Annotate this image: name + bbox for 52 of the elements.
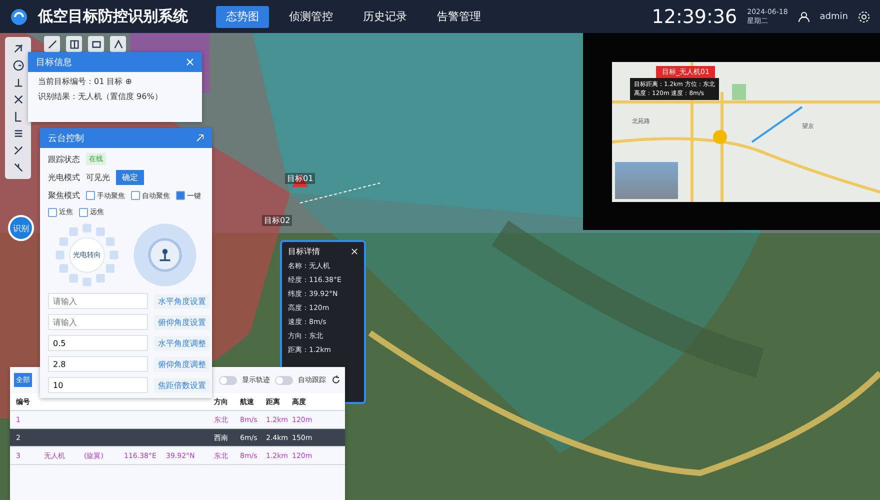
confirm-button[interactable]: 确定 (116, 170, 144, 185)
toggle-switch[interactable] (275, 376, 293, 384)
toggle-switch[interactable] (219, 376, 237, 384)
close-icon[interactable] (351, 248, 358, 255)
nav-tab[interactable]: 告警管理 (427, 6, 491, 28)
set-button[interactable]: 焦距倍数设置 (154, 378, 210, 392)
set-button[interactable]: 俯仰角度设置 (154, 314, 210, 330)
nav-tab[interactable]: 侦测管控 (279, 6, 343, 28)
panel-title: 云台控制 (48, 132, 84, 144)
expand-button[interactable] (196, 134, 204, 142)
info-line: 当前目标编号：01 目标 ⊕ (37, 76, 133, 87)
close-button[interactable] (186, 58, 194, 66)
corner-icon (12, 111, 24, 122)
input-field[interactable]: 0.5 (48, 335, 148, 351)
info-line: 识别结果：无人机（置信度 96%） (37, 91, 164, 102)
panel-title: 目标信息 (36, 56, 72, 68)
nav-tab[interactable]: 态势图 (216, 6, 269, 28)
nav-tab[interactable]: 历史记录 (353, 6, 417, 28)
list-icon (12, 128, 24, 139)
photo-placeholder (615, 162, 678, 198)
input-field[interactable]: 请输入 (48, 314, 148, 330)
toolbar-button[interactable] (44, 36, 60, 52)
mode-value: 可见光 (86, 172, 110, 183)
input-field[interactable]: 请输入 (48, 293, 148, 309)
line-icon (46, 38, 58, 50)
set-button[interactable]: 水平角度设置 (154, 294, 210, 308)
tool-icon (12, 162, 24, 173)
cross-icon (12, 94, 24, 105)
map-label: 目标01 (285, 173, 316, 184)
grid-icon (68, 38, 80, 50)
logo-icon (10, 8, 28, 26)
square-icon (90, 38, 102, 50)
field-label: 跟踪状态 (48, 154, 80, 164)
set-button[interactable]: 水平角度调整 (154, 336, 210, 350)
user-icon[interactable] (798, 10, 810, 22)
clock-time: 12:39:36 (652, 6, 738, 28)
user-name: admin (820, 12, 848, 22)
refresh-icon[interactable] (331, 375, 341, 385)
field-label: 光电模式 (48, 172, 80, 183)
map-label: 目标02 (262, 215, 292, 226)
settings-icon[interactable] (858, 10, 870, 22)
toolbar-button[interactable] (66, 36, 82, 52)
line-icon (12, 145, 24, 156)
toolbar-button[interactable] (110, 36, 126, 52)
input-field[interactable]: 2.8 (48, 356, 148, 372)
toolbar-button[interactable] (88, 36, 104, 52)
popup-title: 目标详情 (288, 246, 320, 257)
app-title: 低空目标防控识别系统 (38, 7, 188, 26)
field-label: 聚焦模式 (48, 190, 80, 201)
ruler-icon (12, 77, 24, 88)
set-button[interactable]: 俯仰角度调整 (154, 356, 210, 372)
input-field[interactable]: 10 (48, 377, 148, 393)
